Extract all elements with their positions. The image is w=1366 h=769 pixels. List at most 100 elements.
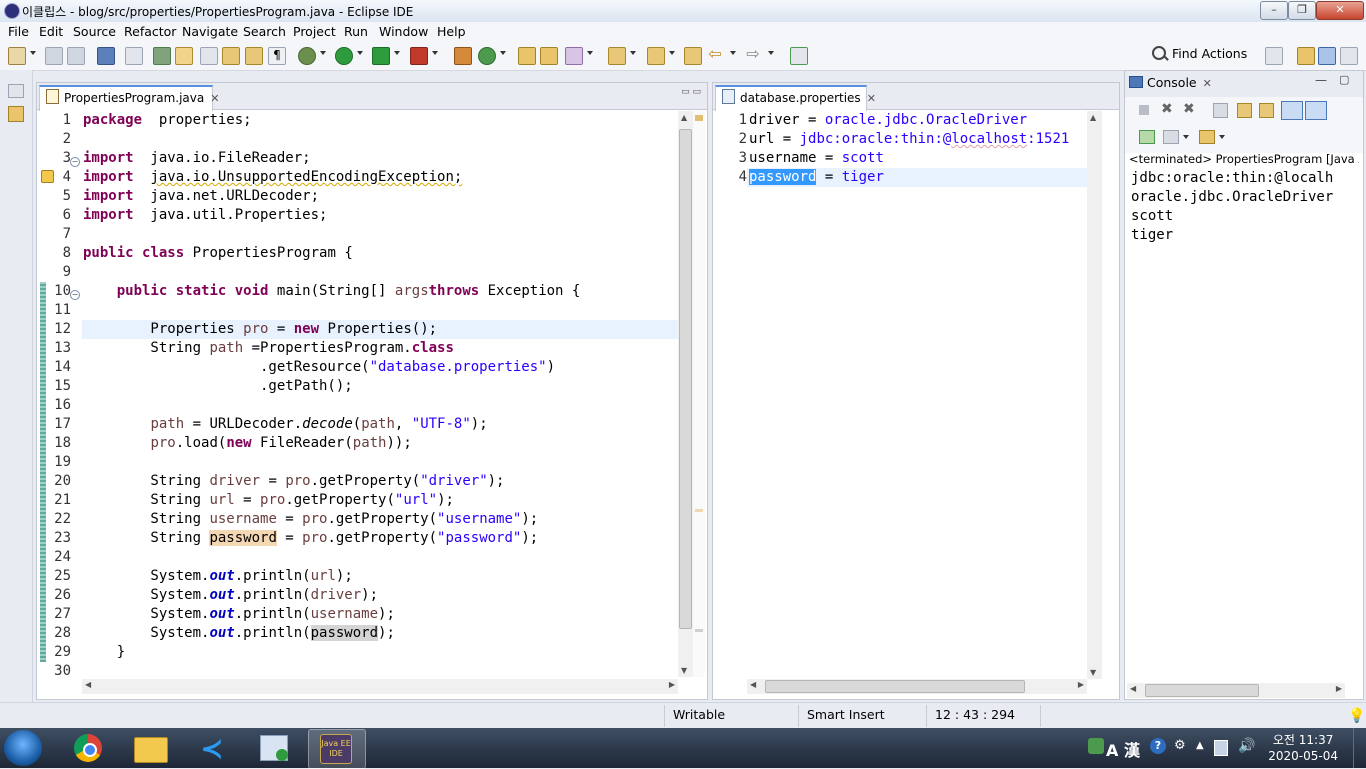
close-tab-icon[interactable]: ✕	[1203, 77, 1212, 90]
code-line[interactable]: String password = pro.getProperty("passw…	[83, 529, 580, 548]
word-wrap-icon[interactable]	[1259, 103, 1274, 118]
code-line[interactable]: String path =PropertiesProgram.class	[83, 339, 580, 358]
scroll-left-icon[interactable]: ◀	[85, 680, 91, 689]
scroll-thumb[interactable]	[1145, 684, 1259, 697]
properties-vertical-scrollbar[interactable]: ▲ ▼	[1087, 111, 1102, 679]
new-class-icon[interactable]	[478, 47, 496, 65]
scroll-lock-icon[interactable]	[1237, 103, 1252, 118]
forward-dropdown-icon[interactable]	[768, 51, 774, 55]
show-console-on-output-icon[interactable]	[1281, 101, 1303, 120]
java-code-area[interactable]: package properties; import java.io.FileRe…	[83, 111, 580, 681]
tab-database-properties[interactable]: database.properties ✕	[715, 85, 876, 111]
pilcrow-icon[interactable]: ¶	[268, 47, 286, 65]
display-selected-console-icon[interactable]	[1163, 130, 1179, 144]
open-perspective-icon[interactable]	[1265, 47, 1283, 65]
close-tab-icon[interactable]: ✕	[210, 92, 219, 105]
code-line[interactable]: password = tiger	[749, 168, 1069, 187]
forward-icon[interactable]: ⇨	[745, 46, 761, 63]
code-line[interactable]	[83, 225, 580, 244]
code-line[interactable]: public static void main(String[] argsthr…	[83, 282, 581, 301]
pin-console-icon[interactable]	[1139, 130, 1155, 144]
code-line[interactable]	[83, 263, 580, 282]
code-line[interactable]: .getPath();	[83, 377, 580, 396]
code-line[interactable]	[83, 548, 580, 567]
open-type-icon[interactable]	[153, 47, 171, 65]
insert-mode-status[interactable]: Smart Insert	[807, 707, 885, 722]
scroll-left-icon[interactable]: ◀	[750, 680, 756, 689]
fold-icon[interactable]: −	[70, 157, 80, 167]
terminal-icon[interactable]	[97, 47, 115, 65]
menu-run[interactable]: Run	[344, 24, 368, 39]
code-line[interactable]: String url = pro.getProperty("url");	[83, 491, 580, 510]
eclipse-taskbar-button[interactable]: Java EE IDE	[308, 729, 366, 769]
fold-icon[interactable]: −	[70, 290, 80, 300]
ime-indicator[interactable]: A 漢	[1106, 737, 1140, 761]
terminate-icon[interactable]	[1139, 105, 1149, 115]
java-perspective-icon[interactable]	[1318, 47, 1336, 65]
properties-code-area[interactable]: driver = oracle.jdbc.OracleDriver url = j…	[749, 111, 1069, 187]
minimize-button[interactable]: –	[1260, 1, 1288, 20]
code-line[interactable]: public class PropertiesProgram {	[83, 244, 580, 263]
editor-vertical-scrollbar[interactable]: ▲ ▼	[678, 111, 693, 677]
save-icon[interactable]	[45, 47, 63, 65]
editor-horizontal-scrollbar[interactable]: ◀ ▶	[82, 679, 678, 694]
volume-icon[interactable]: 🔊	[1238, 738, 1255, 754]
scroll-down-icon[interactable]: ▼	[1090, 668, 1096, 677]
code-line[interactable]: System.out.println(driver);	[83, 586, 580, 605]
new-java-project-icon[interactable]	[454, 47, 472, 65]
debug-icon[interactable]	[298, 47, 316, 65]
minimize-view-icon[interactable]: —	[1315, 73, 1327, 87]
new-dropdown-icon[interactable]	[30, 51, 36, 55]
open-folder-icon[interactable]	[518, 47, 536, 65]
show-whitespace-icon[interactable]	[245, 47, 263, 65]
show-desktop-button[interactable]	[1353, 728, 1366, 768]
coverage-icon[interactable]	[372, 47, 390, 65]
next-annotation-dropdown-icon[interactable]	[630, 51, 636, 55]
code-line[interactable]: import java.io.FileReader;	[83, 149, 580, 168]
code-line[interactable]: import java.util.Properties;	[83, 206, 580, 225]
run-icon[interactable]	[335, 47, 353, 65]
code-line[interactable]: }	[83, 643, 580, 662]
code-line[interactable]	[83, 130, 580, 149]
app-taskbar-button[interactable]	[246, 729, 302, 767]
maximize-view-icon[interactable]: ▢	[1339, 73, 1349, 86]
previous-annotation-icon[interactable]	[647, 47, 665, 65]
code-line[interactable]: Properties pro = new Properties();	[83, 320, 580, 339]
open-console-dropdown-icon[interactable]	[1219, 135, 1225, 139]
code-line[interactable]: System.out.println(password);	[83, 624, 580, 643]
code-line[interactable]	[83, 453, 580, 472]
word-wrap-icon[interactable]	[222, 47, 240, 65]
search-dropdown-icon[interactable]	[587, 51, 593, 55]
coverage-dropdown-icon[interactable]	[394, 51, 400, 55]
run-dropdown-icon[interactable]	[357, 51, 363, 55]
menu-refactor[interactable]: Refactor	[124, 24, 176, 39]
menu-edit[interactable]: Edit	[39, 24, 63, 39]
code-line[interactable]: pro.load(new FileReader(path));	[83, 434, 580, 453]
scroll-thumb[interactable]	[679, 129, 692, 629]
menu-window[interactable]: Window	[379, 24, 428, 39]
code-line[interactable]: .getResource("database.properties")	[83, 358, 580, 377]
save-all-icon[interactable]	[67, 47, 85, 65]
code-line[interactable]: username = scott	[749, 149, 1069, 168]
remove-all-launches-icon[interactable]: ✖	[1183, 101, 1195, 117]
vscode-taskbar-button[interactable]: ≺	[184, 729, 240, 767]
external-tools-icon[interactable]	[410, 47, 428, 65]
scroll-left-icon[interactable]: ◀	[1130, 684, 1136, 693]
skip-breakpoints-icon[interactable]	[125, 47, 143, 65]
clear-console-icon[interactable]	[1213, 103, 1228, 118]
code-line[interactable]: String driver = pro.getProperty("driver"…	[83, 472, 580, 491]
search-tool-icon[interactable]	[565, 47, 583, 65]
menu-navigate[interactable]: Navigate	[182, 24, 238, 39]
tray-settings-icon[interactable]: ⚙	[1174, 738, 1186, 753]
code-line[interactable]: import java.net.URLDecoder;	[83, 187, 580, 206]
menu-file[interactable]: File	[8, 24, 29, 39]
open-console-icon[interactable]	[1199, 130, 1215, 144]
new-icon[interactable]	[8, 47, 26, 65]
next-annotation-icon[interactable]	[608, 47, 626, 65]
block-selection-icon[interactable]	[200, 47, 218, 65]
package-explorer-icon[interactable]	[8, 106, 24, 122]
pin-editor-icon[interactable]	[790, 47, 808, 65]
menu-source[interactable]: Source	[73, 24, 116, 39]
chrome-taskbar-button[interactable]	[60, 729, 116, 767]
debug-dropdown-icon[interactable]	[320, 51, 326, 55]
